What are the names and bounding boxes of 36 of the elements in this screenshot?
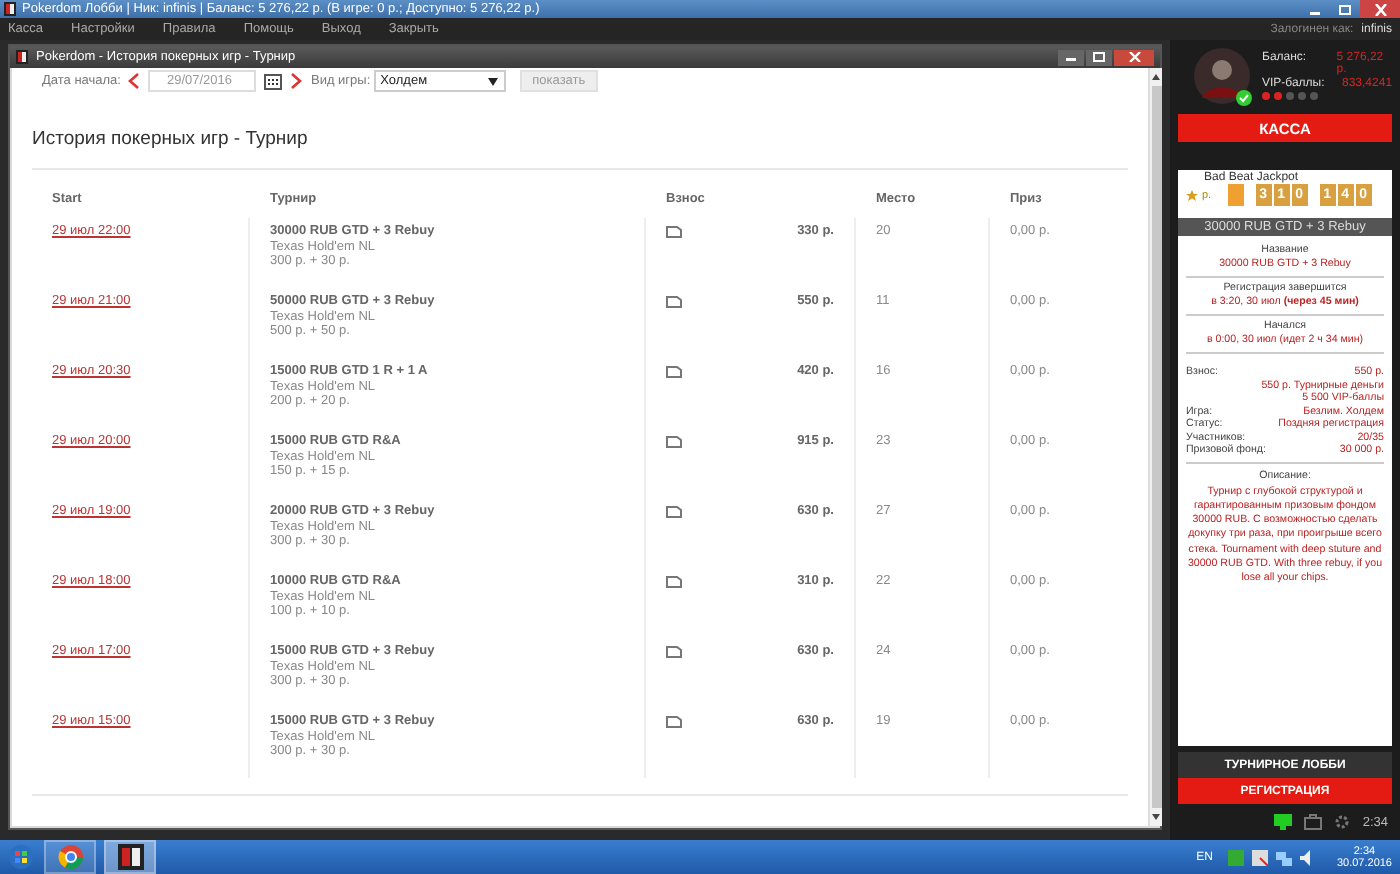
calendar-icon[interactable]	[264, 73, 283, 89]
minimize-icon	[1064, 52, 1078, 62]
maximize-icon	[1092, 52, 1106, 62]
page-heading: История покерных игр - Турнир	[32, 128, 1128, 170]
caret-icon	[486, 75, 501, 87]
ticket-icon	[666, 644, 682, 658]
maximize-icon	[1337, 3, 1351, 15]
avatar	[1194, 48, 1250, 104]
close-button[interactable]	[1114, 49, 1154, 65]
ticket-icon	[666, 504, 682, 518]
minimize-button[interactable]	[1058, 49, 1084, 65]
start-button[interactable]	[4, 844, 36, 870]
ticket-icon	[666, 434, 682, 448]
scrollbar[interactable]	[1148, 68, 1162, 826]
browser-taskbar-icon[interactable]	[44, 840, 96, 874]
maximize-button[interactable]	[1086, 49, 1112, 65]
star-icon	[1186, 189, 1198, 201]
close-icon	[1127, 52, 1141, 62]
network-icon[interactable]	[1276, 849, 1293, 865]
tray-icon[interactable]	[1252, 849, 1269, 865]
app-logo-icon	[16, 50, 28, 64]
ticket-icon	[666, 574, 682, 588]
briefcase-icon	[1304, 814, 1323, 830]
close-icon	[1373, 3, 1387, 15]
monitor-icon	[1274, 814, 1293, 830]
scroll-up-icon[interactable]	[1150, 72, 1162, 82]
settings-icon	[1334, 814, 1351, 830]
ticket-icon	[666, 294, 682, 308]
ticket-icon	[666, 224, 682, 238]
app-taskbar-icon[interactable]	[104, 840, 156, 874]
scroll-down-icon[interactable]	[1150, 812, 1162, 822]
close-button[interactable]	[1360, 0, 1400, 18]
check-icon	[1236, 90, 1252, 106]
ticket-icon	[666, 714, 682, 728]
digit-box	[1227, 184, 1244, 206]
ticket-icon	[666, 364, 682, 378]
